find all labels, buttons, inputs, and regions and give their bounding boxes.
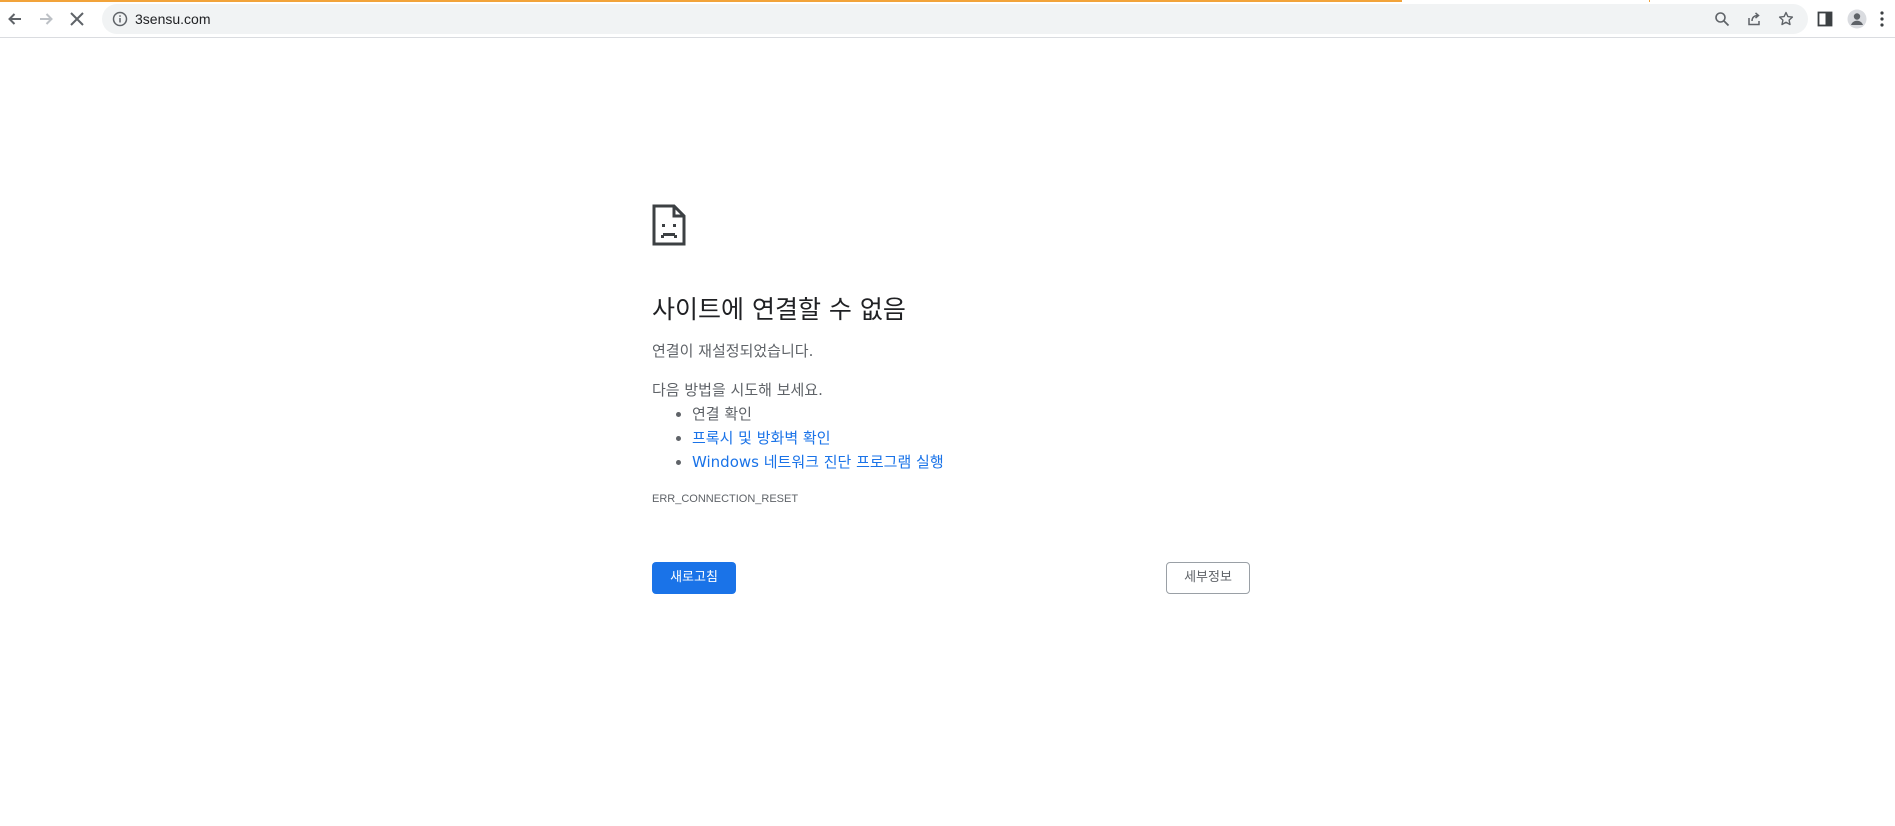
suggestion-run-network-diagnostics[interactable]: Windows 네트워크 진단 프로그램 실행: [652, 450, 944, 474]
suggestion-check-proxy-firewall[interactable]: 프록시 및 방화벽 확인: [652, 426, 944, 450]
error-subtitle: 연결이 재설정되었습니다.: [652, 342, 814, 360]
stop-loading-button[interactable]: [65, 7, 89, 31]
error-title: 사이트에 연결할 수 없음: [652, 295, 906, 324]
search-icon[interactable]: [1714, 11, 1730, 27]
suggestions-list: 연결 확인 프록시 및 방화벽 확인 Windows 네트워크 진단 프로그램 …: [652, 402, 944, 474]
address-bar[interactable]: 3sensu.com: [102, 4, 1808, 34]
suggestion-check-connection: 연결 확인: [652, 402, 944, 426]
back-button[interactable]: [3, 7, 27, 31]
details-button[interactable]: 세부정보: [1166, 562, 1250, 594]
info-icon[interactable]: [112, 11, 128, 27]
sad-document-icon: [652, 204, 686, 246]
error-code: ERR_CONNECTION_RESET: [652, 493, 799, 505]
kebab-menu-icon[interactable]: [1876, 9, 1888, 29]
star-icon[interactable]: [1778, 11, 1794, 27]
arrow-right-icon: [40, 13, 53, 25]
avatar-icon[interactable]: [1847, 9, 1867, 29]
close-icon: [70, 12, 84, 26]
browser-toolbar: 3sensu.com: [0, 0, 1895, 38]
arrow-left-icon: [8, 13, 21, 25]
url-text[interactable]: 3sensu.com: [135, 4, 210, 34]
side-panel-icon[interactable]: [1815, 9, 1835, 29]
suggestions-label: 다음 방법을 시도해 보세요.: [652, 381, 823, 399]
share-icon[interactable]: [1746, 11, 1762, 27]
reload-button[interactable]: 새로고침: [652, 562, 736, 594]
forward-button[interactable]: [34, 7, 58, 31]
